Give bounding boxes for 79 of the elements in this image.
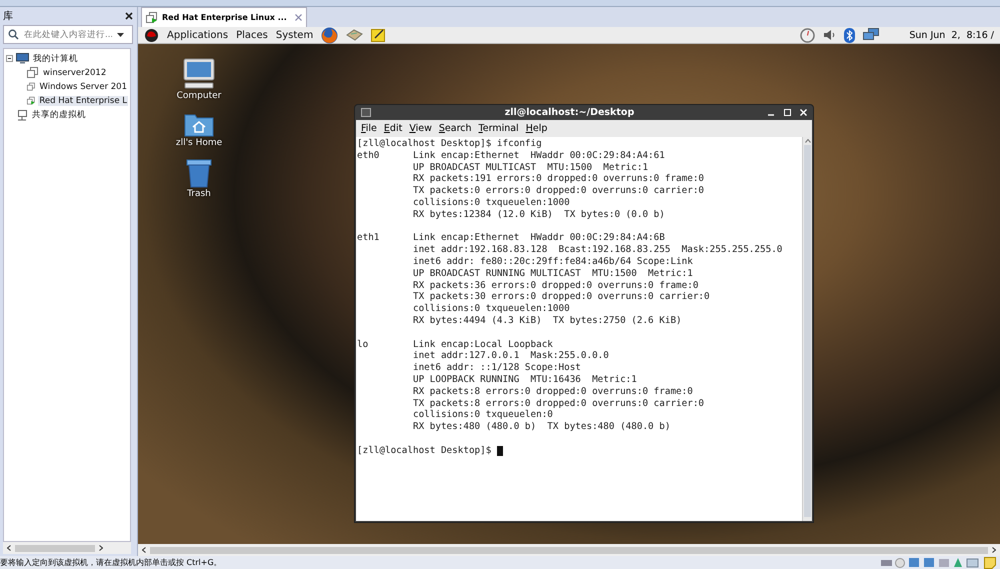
terminal-line: eth1 Link encap:Ethernet HWaddr 00:0C:29:84:A4:6B	[357, 232, 665, 244]
search-icon	[8, 29, 19, 40]
terminal-icon	[361, 108, 371, 117]
device-icons-drawing[interactable]	[880, 557, 980, 568]
panel-menu[interactable]: Applications	[167, 30, 228, 40]
terminal-menu[interactable]: File	[361, 123, 377, 134]
scroll-up-icon[interactable]	[804, 139, 810, 143]
vm-icon	[27, 66, 39, 78]
scroll-left-icon[interactable]	[7, 545, 11, 551]
tree-item[interactable]: Windows Server 201	[38, 82, 128, 92]
computer-icon	[16, 53, 29, 64]
browser-icon[interactable]	[321, 26, 338, 44]
shared-vm-icon	[16, 108, 28, 120]
scroll-right-icon[interactable]	[992, 547, 996, 553]
vm-tab[interactable]: Red Hat Enterprise Linux ...	[141, 7, 307, 27]
dropdown-caret-icon[interactable]	[117, 32, 124, 36]
desktop-icon-label[interactable]: zll's Home	[176, 138, 222, 148]
terminal-line: collisions:0 txqueuelen:1000	[412, 303, 570, 315]
network-icon[interactable]	[863, 28, 880, 42]
terminal-line: inet addr:127.0.0.1 Mask:255.0.0.0	[412, 350, 609, 362]
scroll-left-icon[interactable]	[142, 547, 146, 553]
bluetooth-icon[interactable]	[844, 28, 856, 42]
terminal-line: RX packets:36 errors:0 dropped:0 overruns:0 frame:0	[412, 280, 698, 292]
vm-icon	[27, 94, 36, 106]
terminal-line: RX bytes:12384 (12.0 KiB) TX bytes:0 (0.0 b)	[412, 208, 665, 221]
status-message: 要将输入定向到该虚拟机，请在虚拟机内部单击或按 Ctrl+G。	[0, 557, 222, 568]
desktop-icon-label[interactable]: Trash	[187, 189, 211, 199]
terminal-line: RX packets:191 errors:0 dropped:0 overruns:0 frame:0	[412, 173, 704, 186]
terminal-line: lo Link encap:Local Loopback	[357, 338, 553, 350]
library-title: 库	[3, 10, 13, 23]
panel-clock[interactable]: Sun Jun 2, 8:16 /	[909, 30, 994, 40]
terminal-line: UP LOOPBACK RUNNING MTU:16436 Metric:1	[412, 374, 637, 386]
search-field[interactable]: 在此处键入内容进行...	[24, 30, 112, 40]
search-box[interactable]: 在此处键入内容进行...	[3, 25, 133, 44]
terminal-menu[interactable]: Search	[438, 123, 472, 134]
terminal-line: collisions:0 txqueuelen:1000	[412, 196, 570, 209]
vm-icon	[146, 12, 158, 24]
terminal-line: RX packets:8 errors:0 dropped:0 overruns:0 frame:0	[412, 386, 693, 398]
terminal-menu[interactable]: View	[409, 123, 432, 134]
terminal-menu[interactable]: Edit	[384, 123, 402, 134]
terminal-line: collisions:0 txqueuelen:0	[412, 409, 553, 422]
desktop-icon-label[interactable]: Computer	[176, 91, 222, 101]
computer-icon[interactable]	[182, 58, 216, 90]
hat-logo-icon	[144, 28, 159, 42]
tree-item[interactable]: 我的计算机	[32, 52, 79, 64]
scroll-right-icon[interactable]	[99, 545, 103, 551]
speaker-icon[interactable]	[823, 29, 836, 41]
terminal-line: eth0 Link encap:Ethernet HWaddr 00:0C:29:84:A4:61	[357, 150, 665, 162]
terminal-line: inet6 addr: ::1/128 Scope:Host	[412, 362, 581, 374]
panel-menu[interactable]: Places	[236, 30, 268, 40]
terminal-line: TX packets:8 errors:0 dropped:0 overruns:0 carrier:0	[412, 398, 704, 410]
tree-item[interactable]: winserver2012	[42, 68, 108, 78]
terminal-menu[interactable]: Help	[526, 123, 548, 134]
terminal-line: [zll@localhost Desktop]$ ifconfig	[357, 138, 542, 150]
terminal-line: UP BROADCAST MULTICAST MTU:1500 Metric:1	[412, 162, 648, 174]
window-title: zll@localhost:~/Desktop	[504, 107, 636, 118]
terminal-line: TX packets:30 errors:0 dropped:0 overruns:0 carrier:0	[412, 291, 710, 304]
notepad-icon[interactable]	[371, 28, 386, 42]
expand-toggle[interactable]	[6, 55, 13, 62]
terminal-line: RX bytes:4494 (4.3 KiB) TX bytes:2750 (2.6 KiB)	[412, 314, 682, 327]
terminal-line: RX bytes:480 (480.0 b) TX bytes:480 (480.0 b)	[412, 421, 670, 433]
maximize-icon[interactable]	[784, 109, 791, 116]
terminal-line: inet6 addr: fe80::20c:29ff:fe84:a46b/64 Scope:Link	[412, 256, 693, 268]
horizontal-scrollbar[interactable]	[3, 542, 131, 554]
terminal-line: UP BROADCAST RUNNING MULTICAST MTU:1500 Metric:1	[412, 268, 693, 280]
tree-item[interactable]: Red Hat Enterprise L	[38, 96, 128, 106]
text-cursor	[497, 446, 504, 456]
tree-item[interactable]: 共享的虚拟机	[31, 108, 87, 120]
vm-icon	[27, 80, 36, 92]
trash-icon[interactable]	[184, 158, 214, 188]
terminal-line: TX packets:0 errors:0 dropped:0 overruns:0 carrier:0	[412, 185, 704, 197]
vertical-scrollbar[interactable]	[802, 137, 812, 521]
gauge-icon[interactable]	[800, 28, 816, 42]
terminal-menu[interactable]: Terminal	[478, 123, 519, 134]
panel-menu[interactable]: System	[276, 30, 314, 40]
terminal-line: [zll@localhost Desktop]$	[357, 444, 492, 457]
horizontal-scrollbar[interactable]	[138, 544, 1000, 556]
close-icon[interactable]	[125, 12, 133, 20]
terminal-line: inet addr:192.168.83.128 Bcast:192.168.83.255 Mask:255.255.255.0	[412, 244, 782, 256]
